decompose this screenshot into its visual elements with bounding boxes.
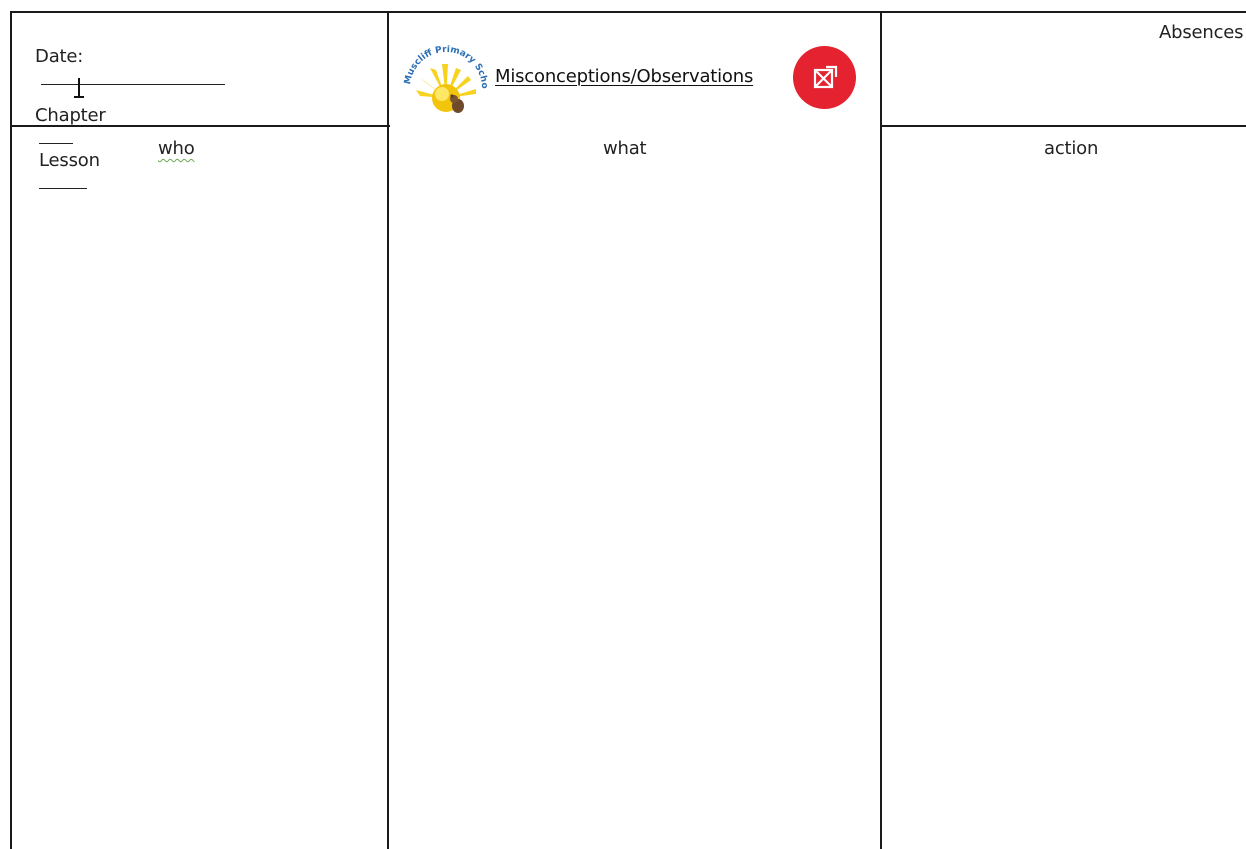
top-border	[10, 11, 1246, 13]
school-logo: Muscliff Primary School	[400, 36, 489, 113]
lesson-label: Lesson	[39, 150, 100, 171]
date-label: Date:	[35, 46, 84, 67]
column-header-who: who	[158, 138, 195, 159]
expand-badge[interactable]	[793, 46, 856, 109]
what-column-area[interactable]	[389, 170, 880, 849]
header-divider-right	[881, 125, 1246, 127]
chapter-label: Chapter	[35, 105, 106, 126]
column-header-what: what	[603, 138, 647, 159]
who-column-area[interactable]	[12, 170, 387, 849]
expand-x-icon	[813, 65, 837, 88]
page-title[interactable]: Misconceptions/Observations	[495, 66, 753, 88]
action-column-area[interactable]	[882, 170, 1246, 849]
chapter-blank[interactable]	[39, 127, 74, 144]
absences-label: Absences	[1159, 22, 1244, 43]
column-header-action: action	[1044, 138, 1099, 159]
date-field[interactable]: Date:	[24, 24, 226, 91]
text-cursor-icon	[74, 78, 84, 98]
